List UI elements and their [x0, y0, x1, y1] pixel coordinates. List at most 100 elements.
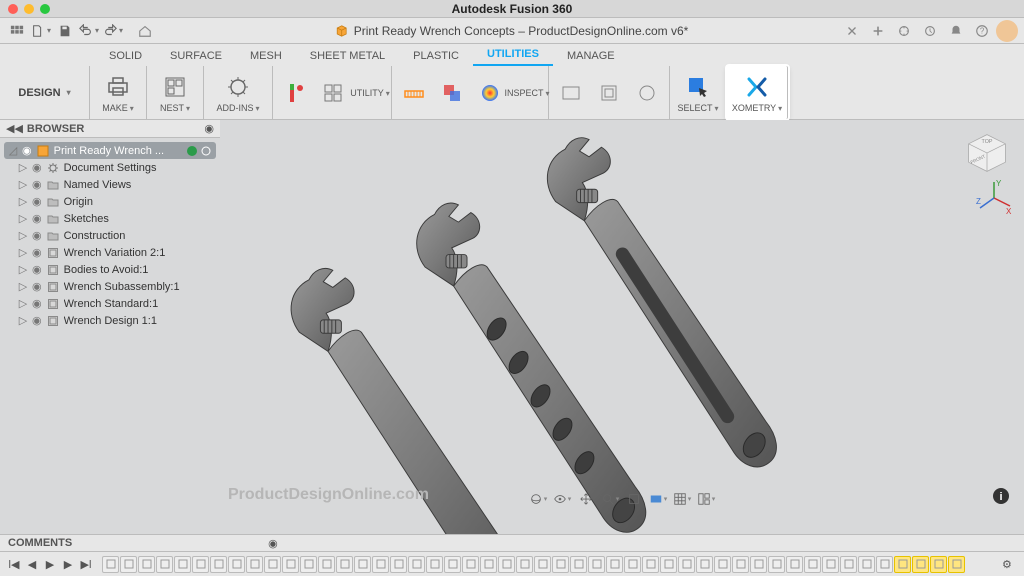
tree-item[interactable]: ▷◉Named Views: [4, 176, 216, 193]
viewport[interactable]: ProductDesignOnline.com TOP FRONT Y X Z: [220, 120, 1024, 534]
tab-manage[interactable]: MANAGE: [553, 47, 629, 66]
timeline-feature[interactable]: [300, 556, 317, 573]
visibility-toggle[interactable]: ◉: [32, 178, 42, 191]
tab-sheet-metal[interactable]: SHEET METAL: [296, 47, 399, 66]
tool-misc-1[interactable]: [555, 79, 587, 107]
tool-interference[interactable]: [436, 79, 468, 107]
timeline-feature[interactable]: [768, 556, 785, 573]
timeline-feature[interactable]: [498, 556, 515, 573]
timeline-feature[interactable]: [894, 556, 911, 573]
timeline-feature[interactable]: [120, 556, 137, 573]
tool-addins[interactable]: ADD-INS: [210, 73, 266, 113]
visibility-toggle[interactable]: ◉: [32, 297, 42, 310]
tool-measure[interactable]: [398, 79, 430, 107]
timeline-feature[interactable]: [228, 556, 245, 573]
visibility-toggle[interactable]: ◉: [32, 195, 42, 208]
tab-plastic[interactable]: PLASTIC: [399, 47, 473, 66]
pin-icon[interactable]: ◉: [204, 122, 214, 135]
user-avatar[interactable]: [996, 20, 1018, 42]
expand-icon[interactable]: ▷: [18, 161, 28, 174]
expand-icon[interactable]: ▷: [18, 314, 28, 327]
timeline-feature[interactable]: [912, 556, 929, 573]
tree-item[interactable]: ▷◉Document Settings: [4, 159, 216, 176]
timeline-feature[interactable]: [138, 556, 155, 573]
expand-icon[interactable]: ▷: [18, 246, 28, 259]
expand-icon[interactable]: ▷: [18, 263, 28, 276]
timeline-feature[interactable]: [174, 556, 191, 573]
timeline-feature[interactable]: [102, 556, 119, 573]
timeline-feature[interactable]: [786, 556, 803, 573]
timeline-feature[interactable]: [336, 556, 353, 573]
timeline-feature[interactable]: [390, 556, 407, 573]
timeline-feature[interactable]: [948, 556, 965, 573]
collapse-icon[interactable]: ◀◀: [6, 122, 23, 135]
timeline-feature[interactable]: [408, 556, 425, 573]
timeline-feature[interactable]: [678, 556, 695, 573]
tab-solid[interactable]: SOLID: [95, 47, 156, 66]
data-panel-button[interactable]: [6, 21, 28, 41]
timeline-feature[interactable]: [822, 556, 839, 573]
tool-utility-2[interactable]: [317, 79, 349, 107]
pan-button[interactable]: [576, 490, 596, 508]
notifications-button[interactable]: [944, 21, 968, 41]
workspace-switcher[interactable]: DESIGN: [0, 66, 90, 119]
timeline-feature[interactable]: [426, 556, 443, 573]
comments-bar[interactable]: COMMENTS ◉: [0, 534, 1024, 552]
timeline-feature[interactable]: [930, 556, 947, 573]
window-zoom-icon[interactable]: [40, 4, 50, 14]
tab-mesh[interactable]: MESH: [236, 47, 296, 66]
timeline-feature[interactable]: [462, 556, 479, 573]
timeline-prev-button[interactable]: ◀: [24, 555, 40, 573]
tree-item[interactable]: ▷◉Sketches: [4, 210, 216, 227]
viewports-button[interactable]: [696, 490, 716, 508]
timeline-feature[interactable]: [840, 556, 857, 573]
radio-icon[interactable]: [200, 145, 212, 157]
timeline-start-button[interactable]: l◀: [6, 555, 22, 573]
display-button[interactable]: [648, 490, 668, 508]
expand-icon[interactable]: ▷: [18, 280, 28, 293]
expand-icon[interactable]: ▷: [18, 229, 28, 242]
fit-button[interactable]: [624, 490, 644, 508]
timeline-settings-button[interactable]: ⚙: [1002, 558, 1018, 571]
visibility-toggle[interactable]: ◉: [32, 263, 42, 276]
visibility-toggle[interactable]: ◉: [22, 144, 32, 157]
window-minimize-icon[interactable]: [24, 4, 34, 14]
tool-misc-2[interactable]: [593, 79, 625, 107]
tool-select[interactable]: SELECT: [676, 73, 720, 113]
expand-icon[interactable]: ▷: [18, 212, 28, 225]
tool-curvature[interactable]: [474, 79, 506, 107]
expand-icon[interactable]: ▷: [18, 178, 28, 191]
timeline-feature[interactable]: [480, 556, 497, 573]
tab-utilities[interactable]: UTILITIES: [473, 45, 553, 66]
timeline-feature[interactable]: [534, 556, 551, 573]
tree-item[interactable]: ▷◉Bodies to Avoid:1: [4, 261, 216, 278]
timeline-feature[interactable]: [642, 556, 659, 573]
visibility-toggle[interactable]: ◉: [32, 246, 42, 259]
comments-pin-icon[interactable]: ◉: [268, 537, 278, 550]
timeline-feature[interactable]: [570, 556, 587, 573]
help-button[interactable]: ?: [970, 21, 994, 41]
tree-item[interactable]: ▷◉Wrench Subassembly:1: [4, 278, 216, 295]
visibility-toggle[interactable]: ◉: [32, 280, 42, 293]
redo-button[interactable]: [102, 21, 124, 41]
tree-item[interactable]: ▷◉Wrench Design 1:1: [4, 312, 216, 329]
tree-item[interactable]: ▷◉Wrench Standard:1: [4, 295, 216, 312]
tool-misc-3[interactable]: [631, 79, 663, 107]
timeline-feature[interactable]: [210, 556, 227, 573]
visibility-toggle[interactable]: ◉: [32, 161, 42, 174]
browser-header[interactable]: ◀◀ BROWSER ◉: [0, 120, 220, 138]
tool-xometry[interactable]: XOMETRY: [729, 73, 785, 113]
orbit-button[interactable]: [528, 490, 548, 508]
extensions-button[interactable]: [892, 21, 916, 41]
timeline-feature[interactable]: [246, 556, 263, 573]
timeline-feature[interactable]: [552, 556, 569, 573]
timeline-feature[interactable]: [750, 556, 767, 573]
tool-utility-1[interactable]: [279, 79, 311, 107]
timeline-feature[interactable]: [660, 556, 677, 573]
tree-root[interactable]: ◿ ◉ Print Ready Wrench ...: [4, 142, 216, 159]
timeline-feature[interactable]: [354, 556, 371, 573]
tree-item[interactable]: ▷◉Wrench Variation 2:1: [4, 244, 216, 261]
home-tab-button[interactable]: [134, 21, 156, 41]
close-doc-button[interactable]: [840, 21, 864, 41]
timeline-feature[interactable]: [624, 556, 641, 573]
